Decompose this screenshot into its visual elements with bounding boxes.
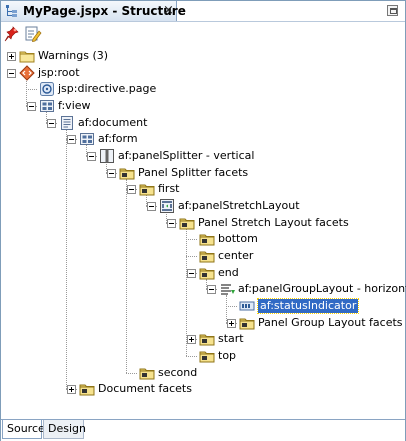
tree-node-label[interactable]: af:panelGroupLayout - horizontal	[238, 282, 406, 296]
tree-node-label[interactable]: Panel Stretch Layout facets	[198, 216, 349, 230]
edit-document-icon[interactable]	[24, 25, 42, 43]
tree-node-label[interactable]: af:document	[78, 116, 147, 130]
structure-tree: Warnings (3) jsp:root jsp:directive.page f:…	[1, 44, 406, 417]
status-indicator-icon	[239, 298, 255, 314]
tree-node-label[interactable]: af:statusIndicator	[256, 298, 360, 315]
tree-node[interactable]: af:panelGroupLayout - horizontal	[1, 281, 406, 297]
component-icon	[79, 131, 95, 147]
expand-icon[interactable]	[7, 52, 16, 61]
pushpin-icon[interactable]	[4, 25, 22, 43]
tree-node[interactable]: Panel Stretch Layout facets	[1, 215, 405, 231]
jsp-root-icon	[19, 64, 35, 81]
expand-icon[interactable]	[67, 385, 76, 395]
facet-folder-icon	[139, 365, 155, 381]
structure-icon	[5, 4, 19, 21]
tree-node[interactable]: Panel Splitter facets	[1, 165, 405, 181]
facet-folder-icon	[199, 331, 215, 347]
tree-node-label[interactable]: Warnings (3)	[38, 49, 108, 63]
tree-node[interactable]: f:view	[1, 98, 405, 114]
structure-tab[interactable]: MyPage.jspx - Structure ×	[1, 1, 186, 21]
collapse-icon[interactable]	[107, 168, 116, 178]
tree-node[interactable]: Warnings (3)	[1, 48, 405, 64]
facet-folder-icon	[199, 231, 215, 247]
close-icon[interactable]: ×	[163, 3, 174, 18]
tree-node[interactable]: af:form	[1, 131, 405, 147]
collapse-icon[interactable]	[127, 185, 136, 195]
tree-node-label[interactable]: Panel Splitter facets	[138, 166, 248, 180]
folder-icon	[19, 48, 35, 64]
title-bar: MyPage.jspx - Structure ×	[1, 1, 405, 22]
tab-title: MyPage.jspx - Structure	[23, 4, 186, 18]
tree-node[interactable]: end	[1, 265, 405, 281]
tree-node-label[interactable]: end	[218, 266, 239, 280]
collapse-icon[interactable]	[27, 102, 36, 111]
tree-node-label[interactable]: af:panelSplitter - vertical	[118, 149, 254, 163]
tree-node[interactable]: top	[1, 348, 405, 364]
tree-node-label[interactable]: af:form	[98, 132, 138, 146]
tree-node[interactable]: af:document	[1, 115, 405, 131]
tree-node[interactable]: af:panelStretchLayout	[1, 198, 405, 214]
collapse-icon[interactable]	[147, 202, 156, 212]
tree-node[interactable]: Document facets	[1, 381, 405, 397]
collapse-icon[interactable]	[47, 118, 56, 128]
tree-node-label[interactable]: first	[158, 182, 180, 196]
document-icon	[59, 115, 75, 131]
tree-node[interactable]: jsp:directive.page	[1, 81, 405, 97]
facet-folder-icon	[239, 315, 255, 331]
tree-node[interactable]: start	[1, 331, 405, 347]
collapse-icon[interactable]	[87, 152, 96, 162]
facet-folder-icon	[139, 181, 155, 197]
component-icon	[39, 98, 55, 114]
facet-folder-icon	[119, 165, 135, 181]
tree-node-label[interactable]: Panel Group Layout facets	[258, 316, 403, 330]
collapse-icon[interactable]	[67, 135, 76, 145]
tree-node[interactable]: Panel Group Layout facets	[1, 315, 405, 331]
tree-node-label[interactable]: second	[158, 366, 197, 380]
tree-node[interactable]: af:panelSplitter - vertical	[1, 148, 405, 164]
tree-node-label[interactable]: af:panelStretchLayout	[178, 199, 300, 213]
panel-group-icon	[219, 281, 235, 297]
tree-node-label[interactable]: f:view	[58, 99, 91, 113]
panel-splitter-icon	[99, 148, 115, 164]
tree-node[interactable]: center	[1, 248, 405, 264]
tree-node-label[interactable]: center	[218, 249, 253, 263]
collapse-icon[interactable]	[207, 285, 216, 295]
tree-node-label[interactable]: bottom	[218, 232, 258, 246]
bottom-tab-bar: Source Design	[1, 419, 405, 441]
tree-node-label[interactable]: top	[218, 349, 236, 363]
facet-folder-icon	[199, 265, 215, 281]
tree-node-label[interactable]: start	[218, 332, 244, 346]
collapse-icon[interactable]	[187, 268, 196, 278]
expand-icon[interactable]	[227, 318, 236, 328]
facet-folder-icon	[179, 215, 195, 231]
tree-node[interactable]: bottom	[1, 231, 405, 247]
tree-node[interactable]: jsp:root	[1, 64, 405, 81]
tree-node-label[interactable]: jsp:directive.page	[58, 82, 156, 96]
tree-node-label[interactable]: jsp:root	[38, 66, 80, 80]
panel-stretch-icon	[159, 198, 175, 214]
tab-design[interactable]: Design	[43, 420, 86, 439]
tree-node[interactable]: first	[1, 181, 405, 197]
expand-icon[interactable]	[187, 335, 196, 345]
tree-node-label[interactable]: Document facets	[98, 382, 192, 396]
collapse-icon[interactable]	[7, 68, 16, 78]
toolbar	[1, 22, 405, 44]
facet-folder-icon	[199, 248, 215, 264]
restore-window-icon[interactable]	[387, 5, 398, 16]
tree-node[interactable]: second	[1, 365, 405, 381]
tab-source[interactable]: Source	[2, 420, 45, 439]
collapse-icon[interactable]	[167, 218, 176, 228]
tree-node[interactable]: af:statusIndicator	[1, 298, 405, 315]
facet-folder-icon	[199, 348, 215, 364]
jsp-directive-icon	[39, 81, 55, 97]
structure-window: MyPage.jspx - Structure × Warnings (3) js…	[0, 0, 406, 441]
facet-folder-icon	[79, 381, 95, 397]
